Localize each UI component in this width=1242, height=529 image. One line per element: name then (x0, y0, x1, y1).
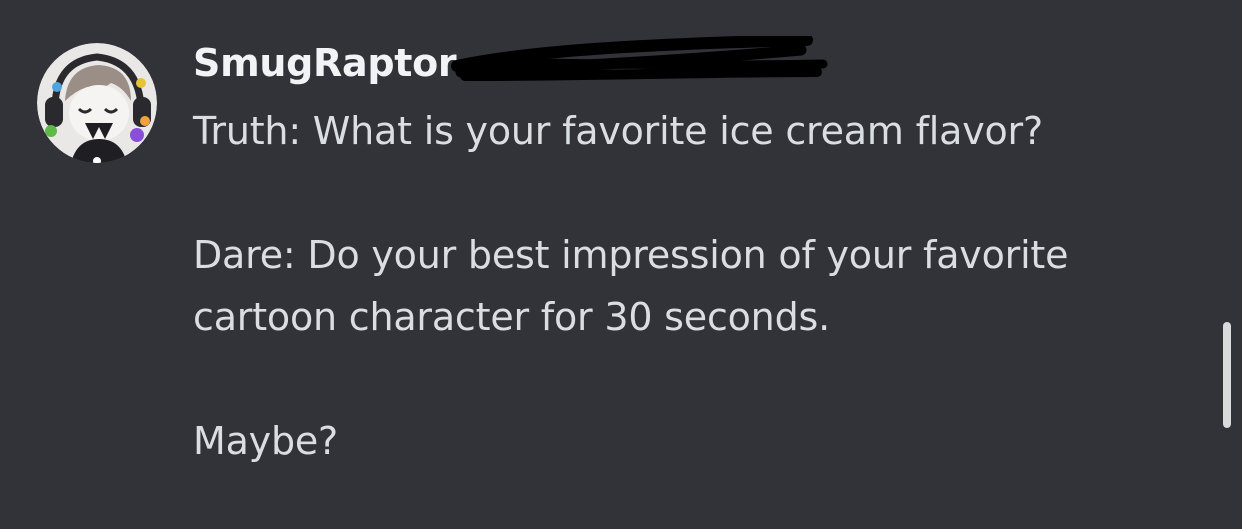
message-blank-line (193, 162, 1183, 224)
message-blank-line (193, 348, 1183, 410)
message-header: SmugRaptor (193, 36, 893, 92)
message-line-truth: Truth: What is your favorite ice cream f… (193, 109, 1043, 153)
message-line-maybe: Maybe? (193, 419, 339, 463)
message-content: Truth: What is your favorite ice cream f… (193, 100, 1183, 472)
avatar-image (37, 43, 157, 163)
chat-message: SmugRaptor Truth: What is your favorite … (0, 0, 1242, 529)
scrollbar-thumb[interactable] (1223, 322, 1231, 428)
author-username[interactable]: SmugRaptor (193, 38, 457, 88)
message-line-dare: Dare: Do your best impression of your fa… (193, 233, 1081, 339)
redaction-scribble (451, 36, 828, 81)
user-avatar[interactable] (37, 43, 157, 163)
